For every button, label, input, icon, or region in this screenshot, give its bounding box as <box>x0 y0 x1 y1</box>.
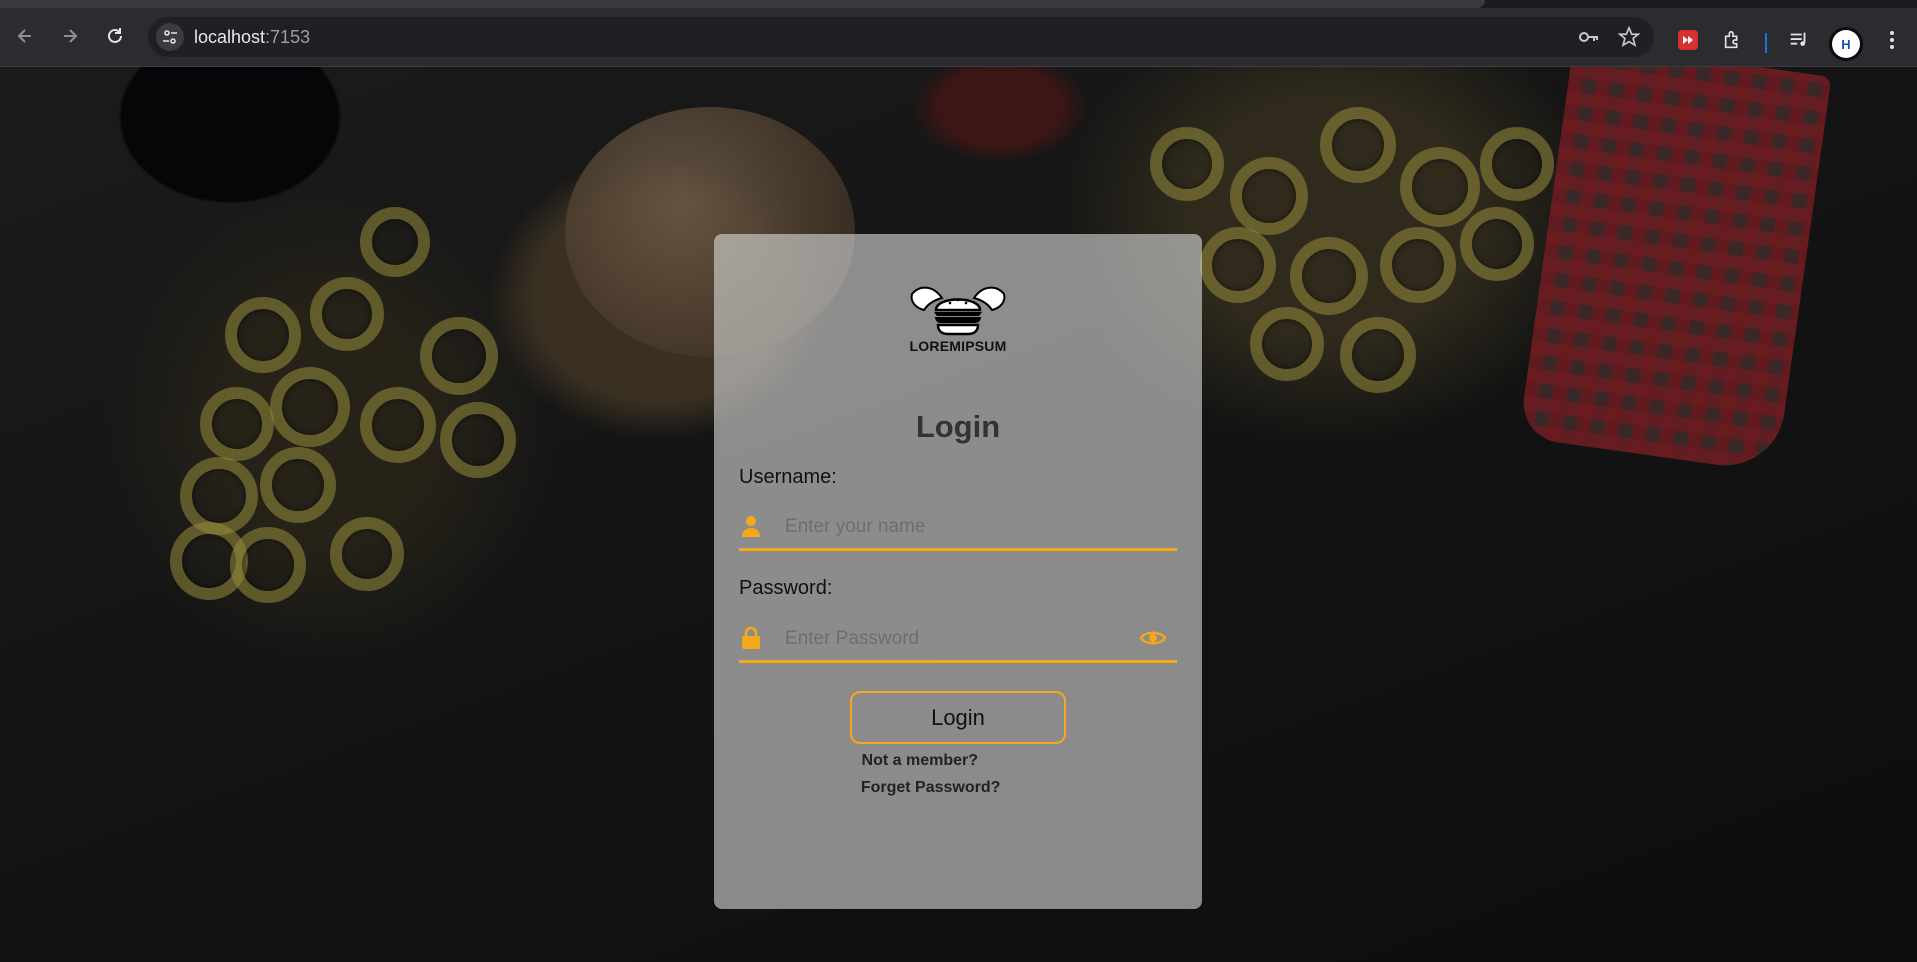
password-label: Password: <box>739 577 833 599</box>
eye-icon[interactable] <box>1139 627 1167 649</box>
reset-row: Forget Password? Reset <box>714 777 1202 797</box>
reset-link[interactable]: Reset <box>1009 777 1055 796</box>
toolbar-separator <box>1765 33 1767 53</box>
onion-ring-decoration <box>1340 317 1416 393</box>
onion-ring-decoration <box>230 527 306 603</box>
username-input[interactable] <box>783 510 1127 544</box>
onion-ring-decoration <box>1380 227 1456 303</box>
onion-ring-decoration <box>1150 127 1224 201</box>
url-text: localhost:7153 <box>194 27 310 48</box>
onion-ring-decoration <box>1200 227 1276 303</box>
browser-menu-button[interactable] <box>1879 27 1905 53</box>
reload-icon <box>108 28 122 43</box>
lock-icon <box>742 626 760 649</box>
puzzle-icon <box>1724 30 1738 49</box>
user-icon <box>742 516 760 537</box>
onion-ring-decoration <box>225 297 301 373</box>
onion-ring-decoration <box>440 402 516 478</box>
onion-ring-decoration <box>1460 207 1534 281</box>
star-icon <box>1618 26 1640 48</box>
extension-red-icon <box>1678 30 1698 50</box>
media-button[interactable] <box>1786 27 1812 53</box>
username-field <box>739 504 1177 551</box>
onion-ring-decoration <box>270 367 350 447</box>
profile-avatar[interactable]: H <box>1832 30 1860 58</box>
reset-prompt: Forget Password? <box>860 779 1001 796</box>
checkered-napkin-decoration <box>1518 67 1832 474</box>
onion-ring-decoration <box>330 517 404 591</box>
onion-ring-decoration <box>1480 127 1554 201</box>
tune-icon <box>163 30 177 44</box>
brand-name: LOREMIPSUM <box>909 338 1007 354</box>
site-info-button[interactable] <box>156 23 184 51</box>
onion-ring-decoration <box>1290 237 1368 315</box>
onion-ring-decoration <box>1250 307 1324 381</box>
password-field <box>739 616 1177 663</box>
browser-toolbar: localhost:7153 H <box>0 8 1917 67</box>
login-button[interactable]: Login <box>850 691 1066 744</box>
login-title: Login <box>915 409 1001 444</box>
url-port: :7153 <box>265 27 311 47</box>
username-label: Username: <box>739 466 837 488</box>
address-bar[interactable]: localhost:7153 <box>148 17 1654 57</box>
arrow-left-icon <box>17 29 31 43</box>
onion-ring-decoration <box>200 387 274 461</box>
key-icon <box>1579 32 1598 42</box>
page-viewport: LOREMIPSUM Login Username: Password: Log… <box>0 67 1917 962</box>
onion-ring-decoration <box>420 317 498 395</box>
queue-music-icon <box>1790 32 1806 46</box>
bookmark-button[interactable] <box>1617 25 1641 49</box>
forward-button[interactable] <box>55 21 85 51</box>
extensions-menu-button[interactable] <box>1720 27 1746 53</box>
register-link[interactable]: Register <box>986 750 1054 769</box>
password-key-button[interactable] <box>1576 25 1600 49</box>
arrow-right-icon <box>64 29 78 43</box>
back-button[interactable] <box>10 21 40 51</box>
onion-ring-decoration <box>310 277 384 351</box>
tab-strip <box>0 0 1917 8</box>
more-vertical-icon <box>1890 31 1894 49</box>
onion-ring-decoration <box>1400 147 1480 227</box>
onion-ring-decoration <box>260 447 336 523</box>
onion-ring-decoration <box>1320 107 1396 183</box>
active-tab-edge[interactable] <box>0 0 1485 8</box>
register-row: Not a member? Register <box>714 750 1202 770</box>
password-input[interactable] <box>783 622 1127 656</box>
onion-ring-decoration <box>360 387 436 463</box>
extension-button[interactable] <box>1675 27 1701 53</box>
url-host: localhost <box>194 27 266 47</box>
burger-logo-icon <box>910 286 1006 336</box>
reload-button[interactable] <box>100 21 130 51</box>
onion-ring-decoration <box>360 207 430 277</box>
onion-ring-decoration <box>1230 157 1308 235</box>
login-card: LOREMIPSUM Login Username: Password: Log… <box>714 234 1202 909</box>
register-prompt: Not a member? <box>861 752 978 769</box>
